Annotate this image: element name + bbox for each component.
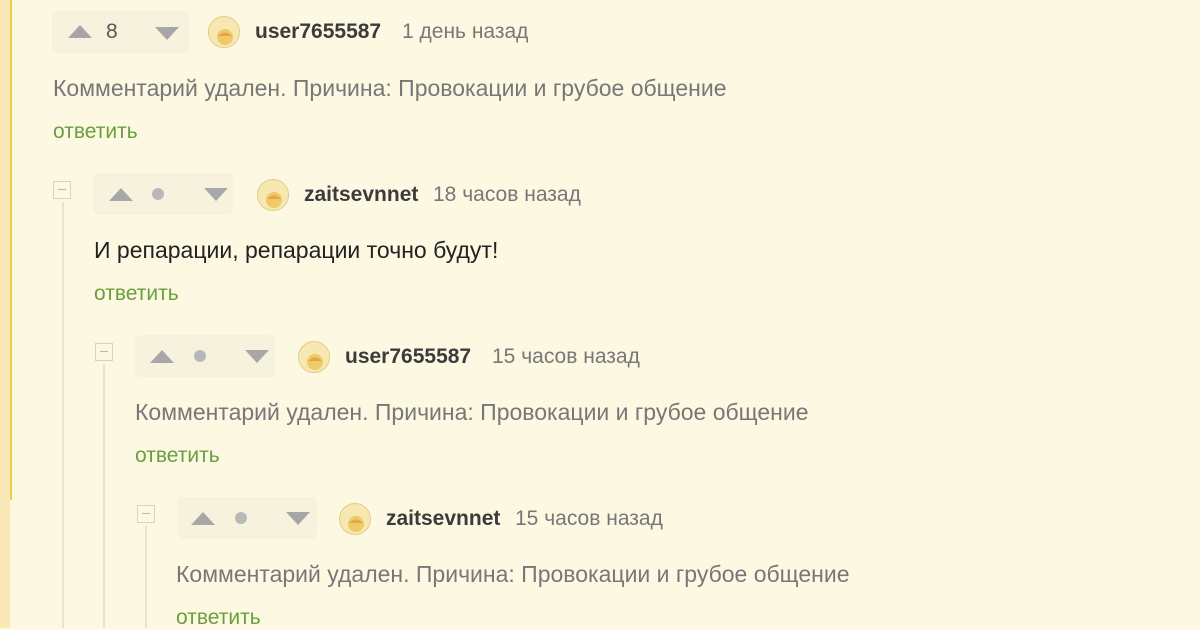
timestamp[interactable]: 15 часов назад xyxy=(492,345,640,369)
default-avatar-icon xyxy=(258,180,288,210)
collapse-minus-icon[interactable] xyxy=(137,505,155,523)
comment: zaitsevnnet 18 часов назад И репарации, … xyxy=(0,160,1200,320)
upvote-arrow-icon[interactable] xyxy=(68,25,92,38)
comment-text: Комментарий удален. Причина: Провокации … xyxy=(135,399,809,425)
username[interactable]: zaitsevnnet xyxy=(386,507,500,531)
upvote-arrow-icon[interactable] xyxy=(109,188,133,201)
rating-hidden-dot xyxy=(235,512,247,524)
downvote-arrow-icon[interactable] xyxy=(245,350,269,363)
comment: zaitsevnnet 15 часов назад Комментарий у… xyxy=(0,486,1200,630)
collapse-minus-icon[interactable] xyxy=(95,343,113,361)
default-avatar-icon xyxy=(209,17,239,47)
timestamp[interactable]: 18 часов назад xyxy=(433,183,581,207)
avatar[interactable] xyxy=(339,503,371,535)
reply-link[interactable]: ответить xyxy=(94,282,179,306)
avatar[interactable] xyxy=(298,341,330,373)
upvote-arrow-icon[interactable] xyxy=(150,350,174,363)
collapse-minus-icon[interactable] xyxy=(53,181,71,199)
reply-link[interactable]: ответить xyxy=(53,120,138,144)
username[interactable]: zaitsevnnet xyxy=(304,183,418,207)
rating-hidden-dot xyxy=(152,188,164,200)
username[interactable]: user7655587 xyxy=(345,345,471,369)
comment: user7655587 15 часов назад Комментарий у… xyxy=(0,322,1200,482)
upvote-arrow-icon[interactable] xyxy=(191,512,215,525)
downvote-arrow-icon[interactable] xyxy=(204,188,228,201)
avatar[interactable] xyxy=(257,179,289,211)
comment-text: Комментарий удален. Причина: Провокации … xyxy=(176,561,850,587)
comment-text: И репарации, репарации точно будут! xyxy=(94,237,499,263)
default-avatar-icon xyxy=(299,342,329,372)
reply-link[interactable]: ответить xyxy=(176,606,261,630)
timestamp[interactable]: 15 часов назад xyxy=(515,507,663,531)
avatar[interactable] xyxy=(208,16,240,48)
timestamp[interactable]: 1 день назад xyxy=(402,20,528,44)
rating-hidden-dot xyxy=(194,350,206,362)
downvote-arrow-icon[interactable] xyxy=(286,512,310,525)
default-avatar-icon xyxy=(340,504,370,534)
comment: 8 user7655587 1 день назад Комментарий у… xyxy=(0,0,1200,160)
comment-text: Комментарий удален. Причина: Провокации … xyxy=(53,75,727,101)
reply-link[interactable]: ответить xyxy=(135,444,220,468)
downvote-arrow-icon[interactable] xyxy=(155,27,179,40)
rating-value: 8 xyxy=(106,20,118,43)
username[interactable]: user7655587 xyxy=(255,20,381,44)
